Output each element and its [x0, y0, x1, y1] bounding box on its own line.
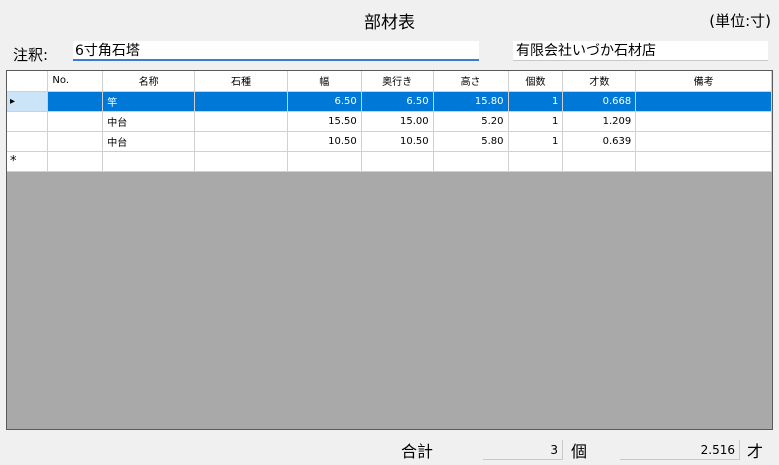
- total-count-field: 3: [483, 440, 563, 460]
- col-header-depth[interactable]: 奥行き: [361, 71, 434, 92]
- col-header-sai[interactable]: 才数: [562, 71, 637, 92]
- cell-height[interactable]: 5.20: [433, 111, 509, 132]
- cell-name[interactable]: 中台: [102, 111, 196, 132]
- total-label: 合計: [401, 442, 434, 461]
- cell-depth[interactable]: [361, 151, 434, 172]
- cell-depth[interactable]: 6.50: [361, 91, 434, 112]
- cell-width[interactable]: 6.50: [287, 91, 362, 112]
- cell-width[interactable]: [287, 151, 362, 172]
- new-row-marker-icon[interactable]: *: [7, 151, 49, 172]
- cell-sai[interactable]: 0.639: [562, 131, 637, 152]
- row-header[interactable]: [7, 111, 49, 132]
- col-header-no[interactable]: No.: [47, 71, 104, 92]
- cell-name[interactable]: [102, 151, 196, 172]
- row-indicator-icon[interactable]: ▸: [7, 91, 49, 112]
- col-header-count[interactable]: 個数: [508, 71, 564, 92]
- cell-width[interactable]: 15.50: [287, 111, 362, 132]
- table-row[interactable]: 中台 15.50 15.00 5.20 1 1.209: [7, 111, 772, 132]
- cell-sai[interactable]: 0.668: [562, 91, 637, 112]
- unit-label: (単位:寸): [709, 12, 771, 30]
- cell-depth[interactable]: 10.50: [361, 131, 434, 152]
- note-input[interactable]: 6寸角石塔: [73, 41, 479, 61]
- table-row[interactable]: ▸ 竿 6.50 6.50 15.80 1 0.668: [7, 91, 772, 112]
- cell-height[interactable]: 15.80: [433, 91, 509, 112]
- cell-stone[interactable]: [194, 151, 288, 172]
- cell-stone[interactable]: [194, 131, 288, 152]
- sai-unit-label: 才: [747, 442, 764, 461]
- cell-count[interactable]: [508, 151, 564, 172]
- cell-count[interactable]: 1: [508, 111, 564, 132]
- cell-no[interactable]: [47, 111, 104, 132]
- parts-grid[interactable]: No. 名称 石種 幅 奥行き 高さ 個数 才数 備考 ▸ 竿 6.50 6.5…: [6, 70, 773, 430]
- cell-width[interactable]: 10.50: [287, 131, 362, 152]
- col-header-width[interactable]: 幅: [287, 71, 362, 92]
- parts-table: No. 名称 石種 幅 奥行き 高さ 個数 才数 備考 ▸ 竿 6.50 6.5…: [7, 71, 772, 172]
- row-header-corner: [7, 71, 49, 92]
- company-name-field[interactable]: 有限会社いづか石材店: [513, 41, 768, 61]
- cell-name[interactable]: 竿: [102, 91, 196, 112]
- cell-stone[interactable]: [194, 91, 288, 112]
- cell-remarks[interactable]: [635, 131, 772, 152]
- cell-count[interactable]: 1: [508, 91, 564, 112]
- cell-count[interactable]: 1: [508, 131, 564, 152]
- note-label: 注釈:: [13, 46, 49, 64]
- col-header-stone[interactable]: 石種: [194, 71, 288, 92]
- table-row[interactable]: 中台 10.50 10.50 5.80 1 0.639: [7, 131, 772, 152]
- cell-remarks[interactable]: [635, 151, 772, 172]
- header-row: No. 名称 石種 幅 奥行き 高さ 個数 才数 備考: [7, 71, 772, 92]
- cell-height[interactable]: 5.80: [433, 131, 509, 152]
- cell-no[interactable]: [47, 151, 104, 172]
- total-sai-field: 2.516: [620, 440, 740, 460]
- cell-depth[interactable]: 15.00: [361, 111, 434, 132]
- count-unit-label: 個: [571, 442, 588, 461]
- cell-remarks[interactable]: [635, 91, 772, 112]
- cell-no[interactable]: [47, 91, 104, 112]
- cell-stone[interactable]: [194, 111, 288, 132]
- col-header-name[interactable]: 名称: [102, 71, 196, 92]
- col-header-height[interactable]: 高さ: [433, 71, 509, 92]
- cell-sai[interactable]: 1.209: [562, 111, 637, 132]
- new-row[interactable]: *: [7, 151, 772, 172]
- cell-sai[interactable]: [562, 151, 637, 172]
- cell-no[interactable]: [47, 131, 104, 152]
- col-header-remarks[interactable]: 備考: [635, 71, 772, 92]
- cell-name[interactable]: 中台: [102, 131, 196, 152]
- cell-height[interactable]: [433, 151, 509, 172]
- page-title: 部材表: [364, 13, 415, 33]
- cell-remarks[interactable]: [635, 111, 772, 132]
- row-header[interactable]: [7, 131, 49, 152]
